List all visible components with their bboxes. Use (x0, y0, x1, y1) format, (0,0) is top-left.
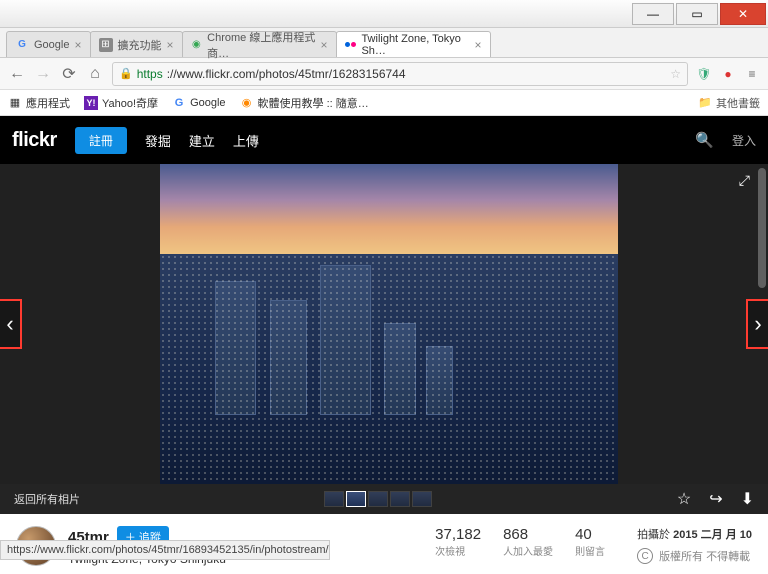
login-link[interactable]: 登入 (732, 132, 756, 149)
back-to-photos-link[interactable]: 返回所有相片 (14, 491, 80, 507)
comments-label: 則留言 (575, 543, 605, 558)
bookmark-apps[interactable]: ▦ 應用程式 (8, 95, 70, 111)
flickr-logo[interactable]: flickr (12, 129, 57, 152)
bookmark-yahoo[interactable]: Y! Yahoo!奇摩 (84, 95, 158, 111)
share-icon[interactable]: ↪ (709, 489, 722, 509)
signup-button[interactable]: 註冊 (75, 127, 127, 154)
google-favicon-icon: G (15, 38, 29, 52)
tab-flickr-photo[interactable]: Twilight Zone, Tokyo Sh… × (336, 31, 491, 57)
yahoo-icon: Y! (84, 96, 98, 110)
next-photo-button[interactable]: › (746, 299, 768, 349)
page-content: flickr 註冊 發掘 建立 上傳 🔍 登入 ⤢ ‹ › 返回所有相片 (0, 116, 768, 560)
photo-thumbnail[interactable] (346, 491, 366, 507)
bookmark-tutorial[interactable]: ◉ 軟體使用教學 :: 隨意… (240, 95, 369, 111)
browser-tab-strip: G Google × ⊞ 擴充功能 × ◉ Chrome 線上應用程式商… × … (0, 28, 768, 58)
main-photo[interactable] (160, 164, 618, 484)
extension-red-icon[interactable]: ● (720, 66, 736, 82)
photo-thumbnail[interactable] (390, 491, 410, 507)
fullscreen-icon[interactable]: ⤢ (739, 172, 750, 189)
nav-upload[interactable]: 上傳 (233, 131, 259, 150)
photo-thumbnail[interactable] (412, 491, 432, 507)
nav-explore[interactable]: 發掘 (145, 131, 171, 150)
copyright-icon: C (637, 548, 653, 564)
folder-icon: 📁 (698, 96, 712, 109)
tab-google[interactable]: G Google × (6, 31, 91, 57)
window-maximize-button[interactable]: ▭ (676, 3, 718, 25)
tab-close-icon[interactable]: × (475, 38, 482, 52)
photo-thumbnails (324, 491, 432, 507)
bookmark-star-icon[interactable]: ☆ (670, 67, 681, 81)
blog-icon: ◉ (240, 96, 254, 110)
logo-text: flick (12, 129, 50, 152)
views-label: 次檢視 (435, 543, 481, 558)
rights-label: 版權所有 不得轉載 (659, 548, 750, 564)
taken-date: 拍攝於 2015 二月 月 10 (637, 526, 752, 542)
apps-icon: ▦ (8, 96, 22, 110)
tab-close-icon[interactable]: × (167, 38, 174, 52)
tab-label: Twilight Zone, Tokyo Sh… (361, 33, 469, 57)
tab-label: 擴充功能 (118, 37, 162, 53)
photo-stage: ⤢ ‹ › (0, 164, 768, 484)
tab-chrome-store[interactable]: ◉ Chrome 線上應用程式商… × (182, 31, 337, 57)
extension-shield-icon[interactable]: 🛡 (696, 66, 712, 82)
photo-thumbnail[interactable] (324, 491, 344, 507)
google-icon: G (172, 96, 186, 110)
bookmark-label: Google (190, 97, 225, 109)
window-minimize-button[interactable]: — (632, 3, 674, 25)
bookmark-google[interactable]: G Google (172, 96, 225, 110)
address-input[interactable]: 🔒 https ://www.flickr.com/photos/45tmr/16… (112, 62, 688, 86)
window-close-button[interactable]: ✕ (720, 3, 766, 25)
vertical-scrollbar[interactable] (758, 168, 766, 288)
lock-icon: 🔒 (119, 67, 133, 80)
bookmark-label: 應用程式 (26, 95, 70, 111)
tab-close-icon[interactable]: × (321, 38, 328, 52)
prev-photo-button[interactable]: ‹ (0, 299, 22, 349)
stage-toolbar: 返回所有相片 ☆ ↪ ⬇ (0, 484, 768, 514)
download-icon[interactable]: ⬇ (741, 489, 754, 509)
window-title-bar: — ▭ ✕ (0, 0, 768, 28)
bookmarks-bar: ▦ 應用程式 Y! Yahoo!奇摩 G Google ◉ 軟體使用教學 :: … (0, 90, 768, 116)
tab-label: Google (34, 39, 69, 51)
browser-toolbar: ← → ⟳ ⌂ 🔒 https ://www.flickr.com/photos/… (0, 58, 768, 90)
reload-button[interactable]: ⟳ (60, 64, 78, 84)
home-button[interactable]: ⌂ (86, 65, 104, 83)
tab-close-icon[interactable]: × (74, 38, 81, 52)
flickr-favicon-icon (345, 38, 357, 52)
bookmark-label: Yahoo!奇摩 (102, 95, 158, 111)
tab-label: Chrome 線上應用程式商… (207, 29, 315, 61)
flickr-header: flickr 註冊 發掘 建立 上傳 🔍 登入 (0, 116, 768, 164)
faves-count: 868 (503, 526, 553, 543)
url-scheme: https (137, 67, 163, 81)
url-path: ://www.flickr.com/photos/45tmr/162831567… (167, 67, 406, 81)
photo-stats: 37,182次檢視 868人加入最愛 40則留言 (435, 526, 605, 558)
views-count: 37,182 (435, 526, 481, 543)
back-button[interactable]: ← (8, 65, 26, 83)
other-bookmarks[interactable]: 📁 其他書籤 (698, 95, 760, 111)
browser-menu-button[interactable]: ≡ (744, 66, 760, 82)
faves-label: 人加入最愛 (503, 543, 553, 558)
search-icon[interactable]: 🔍 (695, 131, 714, 149)
forward-button[interactable]: → (34, 65, 52, 83)
nav-create[interactable]: 建立 (189, 131, 215, 150)
chrome-favicon-icon: ◉ (191, 38, 203, 52)
comments-count: 40 (575, 526, 605, 543)
browser-status-bar: https://www.flickr.com/photos/45tmr/1689… (0, 540, 330, 560)
rights-info[interactable]: C 版權所有 不得轉載 (637, 548, 752, 564)
tab-extensions[interactable]: ⊞ 擴充功能 × (90, 31, 183, 57)
photo-thumbnail[interactable] (368, 491, 388, 507)
bookmark-label: 軟體使用教學 :: 隨意… (258, 95, 369, 111)
favorite-icon[interactable]: ☆ (677, 489, 691, 509)
other-bookmarks-label: 其他書籤 (716, 95, 760, 111)
extension-favicon-icon: ⊞ (99, 38, 113, 52)
